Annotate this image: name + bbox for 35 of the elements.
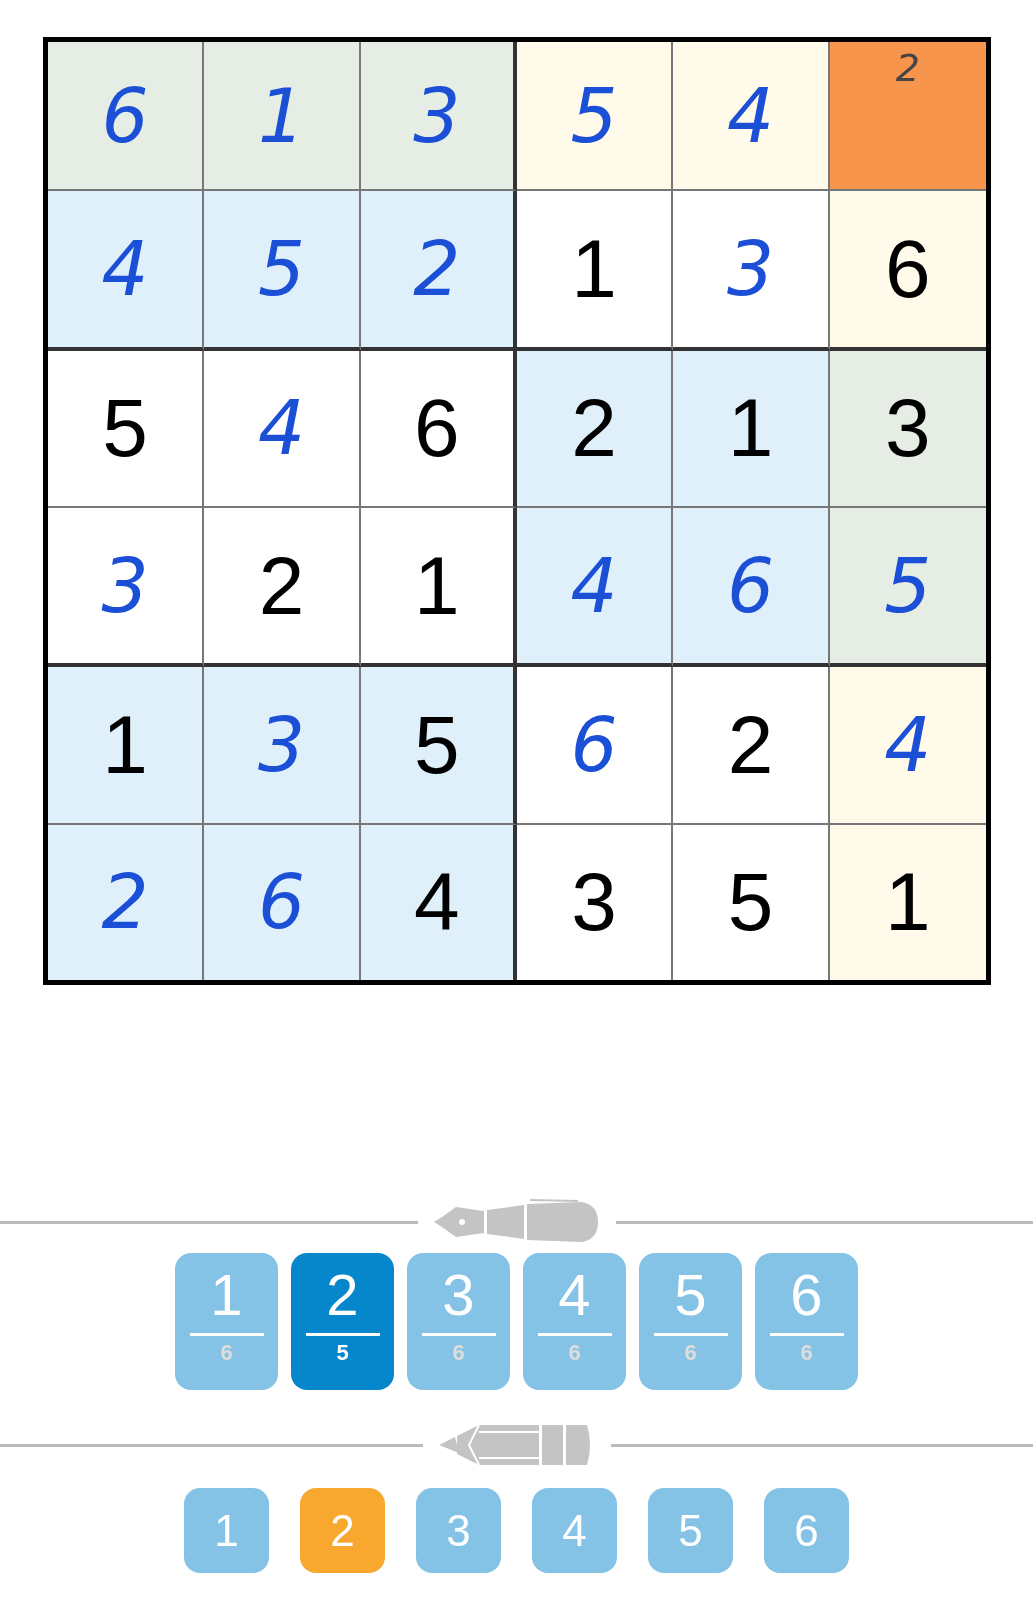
grid-cell[interactable]: 5 (48, 350, 205, 508)
grid-cell[interactable]: 6 (204, 824, 361, 980)
digit-button[interactable]: 2 5 (291, 1253, 394, 1390)
grid-cell[interactable]: 6 (517, 667, 674, 825)
grid-cell[interactable]: 1 (48, 667, 205, 825)
grid-cell[interactable]: 3 (204, 667, 361, 825)
grid-cell[interactable]: 3 (673, 191, 830, 351)
grid-cell[interactable]: 2 (48, 824, 205, 980)
grid-cell[interactable]: 3 (829, 350, 986, 508)
grid-cell[interactable]: 4 (829, 667, 986, 825)
grid-cell[interactable]: 6 (48, 42, 205, 192)
grid-cell[interactable]: 4 (48, 191, 205, 351)
grid-cell[interactable]: 1 (360, 508, 517, 668)
grid-cell[interactable]: 1 (829, 824, 986, 980)
grid-cell[interactable]: 6 (673, 508, 830, 668)
grid-cell[interactable]: 5 (360, 667, 517, 825)
grid-cell[interactable]: 5 (517, 42, 674, 192)
grid-cell[interactable]: 4 (673, 42, 830, 192)
grid-cell[interactable]: 3 (360, 42, 517, 192)
grid-cell[interactable]: 4 (204, 350, 361, 508)
grid-cell[interactable]: 4 (517, 508, 674, 668)
grid-cell[interactable]: 2 (517, 350, 674, 508)
grid-cell[interactable]: 2 (829, 42, 986, 192)
grid-cell[interactable]: 1 (517, 191, 674, 351)
grid-cell[interactable]: 5 (829, 508, 986, 668)
grid-cell[interactable]: 6 (829, 191, 986, 351)
grid-cell[interactable]: 1 (204, 42, 361, 192)
grid-cell[interactable]: 2 (673, 667, 830, 825)
grid-cell[interactable]: 3 (48, 508, 205, 668)
grid-cell[interactable]: 1 (673, 350, 830, 508)
grid-cell[interactable]: 5 (204, 191, 361, 351)
grid-cell[interactable]: 6 (360, 350, 517, 508)
grid-cell[interactable]: 2 (204, 508, 361, 668)
grid-cell[interactable]: 2 (360, 191, 517, 351)
grid-cell[interactable]: 4 (360, 824, 517, 980)
